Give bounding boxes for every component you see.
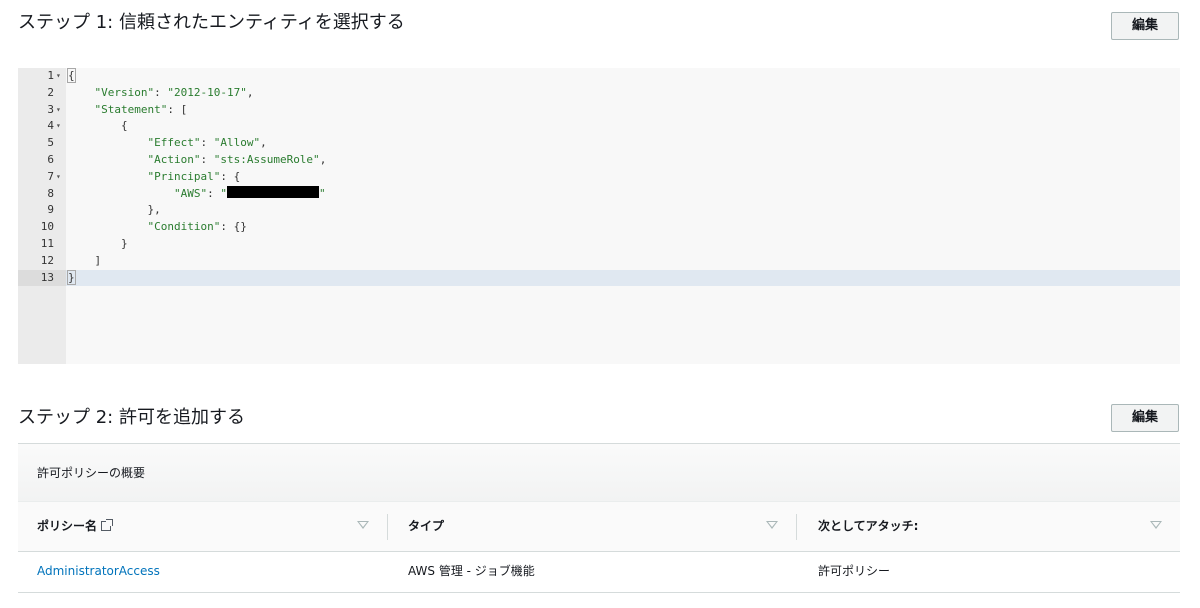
code-line: 9 }, xyxy=(18,202,1180,219)
attach-as: 許可ポリシー xyxy=(818,564,891,578)
line-number: 12 xyxy=(40,253,54,267)
step1-edit-button[interactable]: 編集 xyxy=(1111,12,1179,40)
code-line: 7 ▾ "Principal": { xyxy=(18,169,1180,186)
code-key: "Action" xyxy=(147,152,201,166)
code-line: 4 ▾ { xyxy=(18,118,1180,135)
column-divider xyxy=(387,514,388,540)
code-line: 2 "Version": "2012-10-17", xyxy=(18,85,1180,102)
redacted-account-id xyxy=(226,185,319,198)
sort-icon[interactable] xyxy=(1150,521,1162,529)
line-number: 10 xyxy=(40,220,54,234)
fold-arrow-icon[interactable]: ▾ xyxy=(56,118,66,135)
trust-policy-editor[interactable]: 1 ▾ { 2 "Version": "2012-10-17", 3 ▾ "St… xyxy=(18,68,1180,364)
code-key: "Statement" xyxy=(94,102,168,116)
policy-type: AWS 管理 - ジョブ機能 xyxy=(408,564,535,578)
code-line: 6 "Action": "sts:AssumeRole", xyxy=(18,152,1180,169)
code-line: 5 "Effect": "Allow", xyxy=(18,135,1180,152)
column-attach-as[interactable]: 次としてアタッチ: xyxy=(818,502,918,551)
step2-edit-button[interactable]: 編集 xyxy=(1111,404,1179,432)
permission-policy-summary: 許可ポリシーの概要 ポリシー名 タイプ 次としてアタッチ: Administra… xyxy=(18,443,1180,593)
line-number: 8 xyxy=(47,186,54,200)
code-line-active: 13 } xyxy=(18,269,1180,287)
table-header: ポリシー名 タイプ 次としてアタッチ: xyxy=(18,502,1180,552)
code-key: "Principal" xyxy=(147,169,221,183)
fold-arrow-icon[interactable]: ▾ xyxy=(56,102,66,119)
code-key: "Condition" xyxy=(147,220,221,234)
line-number: 2 xyxy=(47,85,54,99)
column-type[interactable]: タイプ xyxy=(408,502,444,551)
sort-icon[interactable] xyxy=(766,521,778,529)
summary-header: 許可ポリシーの概要 xyxy=(18,444,1180,502)
fold-arrow-icon[interactable]: ▾ xyxy=(56,68,66,85)
step1-title: ステップ 1: 信頼されたエンティティを選択する xyxy=(18,12,405,33)
code-value: "Allow" xyxy=(213,136,261,150)
column-divider xyxy=(796,514,797,540)
code-value: "sts:AssumeRole" xyxy=(213,152,320,166)
sort-icon[interactable] xyxy=(357,521,369,529)
code-line: 3 ▾ "Statement": [ xyxy=(18,102,1180,119)
code-value: "2012-10-17" xyxy=(167,85,247,99)
column-policy-name[interactable]: ポリシー名 xyxy=(37,502,114,551)
policy-link-administratoraccess[interactable]: AdministratorAccess xyxy=(37,552,160,591)
code-line: 12 ] xyxy=(18,253,1180,270)
line-number: 9 xyxy=(47,203,54,217)
code-key: "Effect" xyxy=(147,136,201,150)
code-key: "AWS" xyxy=(173,186,208,200)
code-area[interactable]: 1 ▾ { 2 "Version": "2012-10-17", 3 ▾ "St… xyxy=(18,68,1180,287)
code-key: "Version" xyxy=(94,85,155,99)
fold-arrow-icon[interactable]: ▾ xyxy=(56,169,66,186)
code-line: 11 } xyxy=(18,236,1180,253)
line-number: 6 xyxy=(47,152,54,166)
line-number: 13 xyxy=(18,269,66,287)
line-number: 5 xyxy=(47,136,54,150)
table-row: AdministratorAccess AWS 管理 - ジョブ機能 許可ポリシ… xyxy=(18,552,1180,591)
external-link-icon xyxy=(101,519,114,531)
line-number: 11 xyxy=(40,236,54,250)
code-line: 10 "Condition": {} xyxy=(18,219,1180,236)
code-line: 8 "AWS": " " xyxy=(18,185,1180,203)
code-line: 1 ▾ { xyxy=(18,68,1180,85)
step2-title: ステップ 2: 許可を追加する xyxy=(18,407,245,428)
